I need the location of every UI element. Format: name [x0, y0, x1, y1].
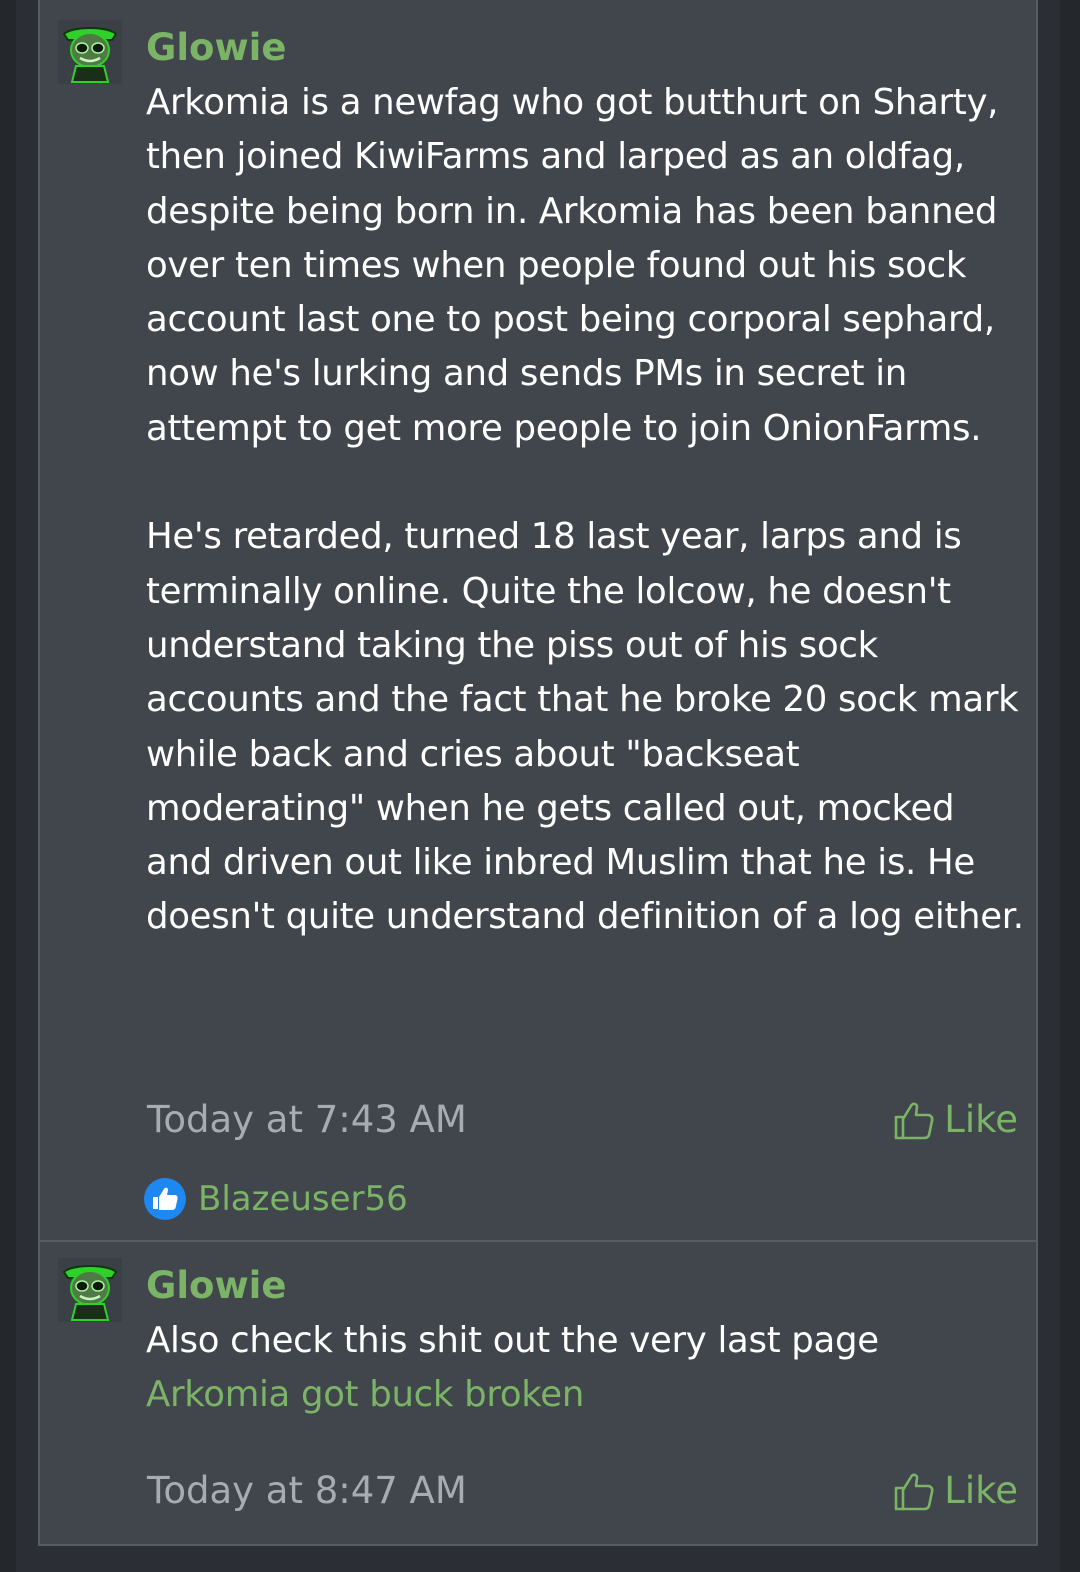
- post: Glowie Arkomia is a newfag who got butth…: [40, 0, 1036, 1242]
- user-avatar[interactable]: [58, 20, 122, 84]
- page: Glowie Arkomia is a newfag who got butth…: [0, 0, 1080, 1572]
- like-button[interactable]: Like: [892, 1469, 1018, 1513]
- message-paragraph: Also check this shit out the very last p…: [146, 1320, 879, 1361]
- post-author[interactable]: Glowie: [146, 26, 286, 70]
- alien-avatar-icon: [58, 20, 122, 84]
- thumbs-up-icon: [894, 1102, 934, 1140]
- post-timestamp[interactable]: Today at 7:43 AM: [147, 1098, 467, 1142]
- post-message: Also check this shit out the very last p…: [146, 1314, 1026, 1423]
- message-paragraph: Arkomia is a newfag who got butthurt on …: [146, 82, 999, 449]
- message-thread: Glowie Arkomia is a newfag who got butth…: [38, 0, 1038, 1546]
- thumbs-up-badge-icon: [144, 1178, 186, 1220]
- thread-link[interactable]: Arkomia got buck broken: [146, 1368, 1026, 1422]
- like-label: Like: [944, 1469, 1018, 1512]
- left-gutter: [0, 0, 16, 1572]
- like-label: Like: [944, 1098, 1018, 1141]
- post: Glowie Also check this shit out the very…: [40, 1242, 1036, 1544]
- liker-name[interactable]: Blazeuser56: [198, 1179, 408, 1219]
- post-author[interactable]: Glowie: [146, 1264, 286, 1308]
- like-button[interactable]: Like: [892, 1098, 1018, 1142]
- likes-summary: Blazeuser56: [144, 1178, 408, 1220]
- right-gutter: [1060, 0, 1080, 1572]
- post-timestamp[interactable]: Today at 8:47 AM: [147, 1469, 467, 1513]
- user-avatar[interactable]: [58, 1258, 122, 1322]
- message-paragraph: He's retarded, turned 18 last year, larp…: [146, 516, 1024, 938]
- alien-avatar-icon: [58, 1258, 122, 1322]
- post-message: Arkomia is a newfag who got butthurt on …: [146, 76, 1026, 945]
- thumbs-up-icon: [894, 1473, 934, 1511]
